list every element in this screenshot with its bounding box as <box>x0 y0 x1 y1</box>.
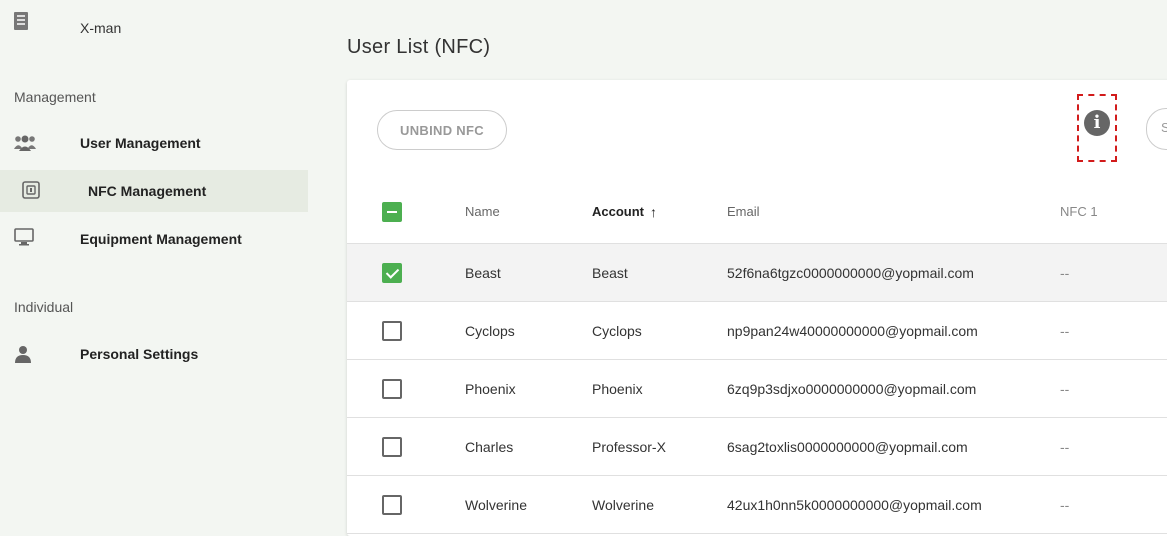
cell-name: Charles <box>465 438 514 455</box>
sidebar: X-man Management User Management NFC Man… <box>0 0 308 536</box>
row-checkbox-cell <box>382 244 402 301</box>
cell-account: Cyclops <box>592 322 642 339</box>
column-header-nfc1[interactable]: NFC 1 <box>1060 180 1098 243</box>
row-checkbox[interactable] <box>382 378 402 399</box>
section-label-individual: Individual <box>14 299 74 315</box>
row-checkbox[interactable] <box>382 320 402 341</box>
row-checkbox-cell <box>382 418 402 475</box>
org-header: X-man <box>0 8 308 48</box>
cell-nfc1: -- <box>1060 380 1070 397</box>
cell-nfc1: -- <box>1060 322 1070 339</box>
row-checkbox[interactable] <box>382 262 402 283</box>
unbind-nfc-button[interactable]: UNBIND NFC <box>377 110 507 150</box>
cell-account: Professor-X <box>592 438 666 455</box>
cell-nfc1: -- <box>1060 438 1070 455</box>
cell-account: Wolverine <box>592 496 654 513</box>
page-title: User List (NFC) <box>347 36 491 58</box>
column-header-email[interactable]: Email <box>727 180 760 243</box>
monitor-icon <box>14 228 34 246</box>
cell-account: Beast <box>592 264 628 281</box>
sidebar-item-label: Personal Settings <box>80 346 199 362</box>
column-header-account[interactable]: Account ↑ <box>592 180 657 243</box>
sidebar-item-label: Equipment Management <box>80 231 242 247</box>
cell-email: 52f6na6tgzc0000000000@yopmail.com <box>727 264 974 281</box>
table-row[interactable]: Cyclops Cyclops np9pan24w40000000000@yop… <box>347 302 1167 360</box>
nfc-icon <box>22 181 42 199</box>
info-icon[interactable]: i <box>1084 110 1110 136</box>
row-checkbox[interactable] <box>382 436 402 457</box>
sidebar-item-label: NFC Management <box>88 183 207 199</box>
cell-name: Beast <box>465 264 501 281</box>
cell-email: 42ux1h0nn5k0000000000@yopmail.com <box>727 496 982 513</box>
user-list-card: UNBIND NFC i S Name Account ↑ Email NFC … <box>347 80 1167 536</box>
table-row[interactable]: Charles Professor-X 6sag2toxlis000000000… <box>347 418 1167 476</box>
cell-name: Cyclops <box>465 322 515 339</box>
select-all-checkbox[interactable] <box>382 201 402 222</box>
table-row[interactable]: Phoenix Phoenix 6zq9p3sdjxo0000000000@yo… <box>347 360 1167 418</box>
row-checkbox-cell <box>382 360 402 417</box>
select-all-cell <box>382 180 402 243</box>
column-header-name[interactable]: Name <box>465 180 500 243</box>
row-checkbox-cell <box>382 302 402 359</box>
search-button[interactable]: S <box>1146 108 1167 150</box>
cell-email: 6zq9p3sdjxo0000000000@yopmail.com <box>727 380 977 397</box>
building-icon <box>14 12 28 30</box>
org-name: X-man <box>80 20 122 36</box>
section-label-management: Management <box>14 89 96 105</box>
table-row[interactable]: Wolverine Wolverine 42ux1h0nn5k000000000… <box>347 476 1167 534</box>
cell-email: np9pan24w40000000000@yopmail.com <box>727 322 978 339</box>
cell-account: Phoenix <box>592 380 643 397</box>
cell-name: Wolverine <box>465 496 527 513</box>
row-checkbox[interactable] <box>382 494 402 515</box>
cell-nfc1: -- <box>1060 264 1070 281</box>
cell-nfc1: -- <box>1060 496 1070 513</box>
sidebar-item-label: User Management <box>80 135 201 151</box>
sidebar-item-user-management[interactable]: User Management <box>0 122 308 164</box>
search-button-label: S <box>1161 120 1167 135</box>
users-icon <box>14 134 36 152</box>
row-checkbox-cell <box>382 476 402 533</box>
user-icon <box>14 345 34 363</box>
sidebar-item-personal-settings[interactable]: Personal Settings <box>0 333 308 375</box>
sort-ascending-icon: ↑ <box>650 203 657 220</box>
cell-email: 6sag2toxlis0000000000@yopmail.com <box>727 438 968 455</box>
table-row[interactable]: Beast Beast 52f6na6tgzc0000000000@yopmai… <box>347 244 1167 302</box>
table-header: Name Account ↑ Email NFC 1 <box>347 180 1167 244</box>
column-header-account-label: Account <box>592 204 644 219</box>
info-highlight-box: i <box>1077 94 1117 162</box>
sidebar-item-nfc-management[interactable]: NFC Management <box>0 170 308 212</box>
sidebar-item-equipment-management[interactable]: Equipment Management <box>0 218 308 260</box>
cell-name: Phoenix <box>465 380 516 397</box>
